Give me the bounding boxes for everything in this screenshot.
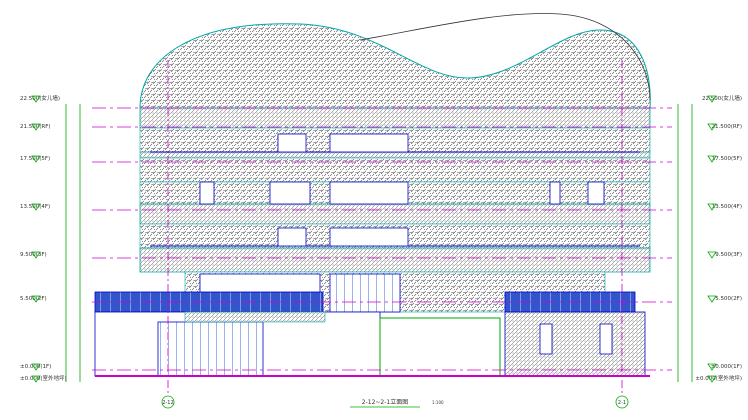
drawing-title-block: 2-12~2-1立面图 1:100 [350, 398, 444, 408]
level-label-right-3f: 9.500(3F) [715, 252, 742, 258]
level-label-right-4f: 13.500(4F) [712, 204, 742, 210]
level-marks-right: 22.500(女儿墙) 21.500(RF) 17.500(5F) 13.500(4F… [695, 94, 742, 383]
level-label-right-ground: ±0.000(室外地坪) [695, 374, 742, 382]
elevation-drawing: 22.500(女儿墙) 21.500(RF) 17.500(5F) 13.500(4F… [20, 13, 742, 409]
level-label-right-2f: 5.500(2F) [715, 296, 742, 302]
level-label-left-parapet: 22.500(女儿墙) [20, 94, 60, 102]
level-label-left-2f: 5.500(2F) [20, 296, 47, 302]
axis-label-right: 2-1 [618, 400, 626, 406]
drawing-title: 2-12~2-1立面图 [362, 398, 408, 406]
level-marks-left: 22.500(女儿墙)21.500(RF)17.500(5F)13.500(4F… [20, 94, 67, 383]
level-label-right-parapet: 22.500(女儿墙) [702, 94, 742, 102]
axis-label-left: 2-12 [162, 400, 173, 406]
roof-canopy [139, 13, 651, 109]
level-label-right-5f: 17.500(5F) [712, 156, 742, 162]
axis-bubble-left: 2-12 [161, 395, 175, 409]
level-label-right-rf: 21.500(RF) [711, 124, 742, 130]
level-label-left-ground: ±0.000(室外地坪) [20, 374, 67, 382]
level-label-left-3f: 9.500(3F) [20, 252, 47, 258]
drawing-scale: 1:100 [432, 400, 444, 405]
axis-bubble-right: 2-1 [615, 395, 629, 409]
